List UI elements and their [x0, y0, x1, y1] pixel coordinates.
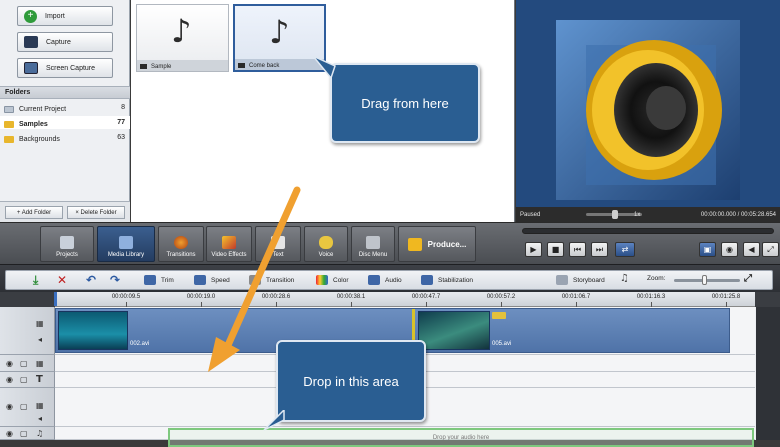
callout-drop-text: Drop in this area [303, 373, 399, 389]
callout-drop: Drop in this area [276, 340, 426, 422]
callout-drag: Drag from here [330, 63, 480, 143]
drag-arrow-head [208, 337, 240, 372]
callout-drag-text: Drag from here [361, 95, 449, 111]
callout-drag-pointer [313, 56, 336, 78]
drag-arrow-shaft [221, 186, 301, 356]
callout-drop-pointer [263, 410, 285, 431]
